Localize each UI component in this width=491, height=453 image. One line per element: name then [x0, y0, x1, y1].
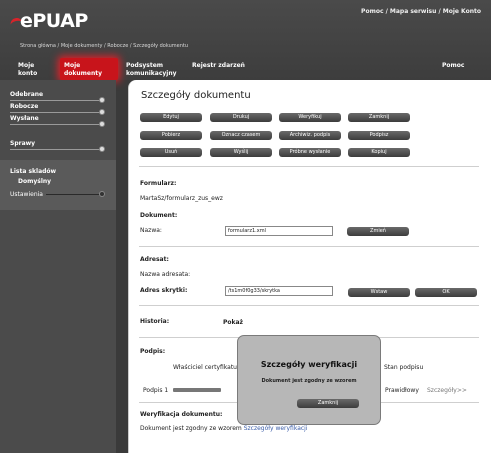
breadcrumb-current: Szczegóły dokumentu	[133, 43, 189, 49]
document-name-input[interactable]: formularz1.xml	[225, 226, 333, 236]
verify-button[interactable]: Weryfikuj	[279, 113, 341, 122]
sidebar-item-sent[interactable]: Wysłane	[10, 115, 39, 122]
sidebar-slider-track	[10, 112, 102, 113]
signature-row-label: Podpis 1	[143, 387, 169, 394]
sidebar-slider-track	[10, 149, 102, 150]
recipient-name-label: Nazwa adresata:	[140, 271, 191, 278]
sidebar-list-default[interactable]: Domyślny	[18, 178, 51, 185]
form-label: Formularz:	[140, 180, 177, 187]
sidebar-lists-group: Lista skladów Domyślny Ustawienia	[0, 160, 116, 210]
certificate-owner-header: Właściciel certyfikatu	[173, 364, 237, 371]
mailbox-address-label: Adres skrytki:	[140, 287, 188, 294]
dialog-message: Dokument jest zgodny ze wzorem	[261, 378, 357, 384]
divider	[139, 246, 479, 247]
divider	[139, 166, 479, 167]
insert-button[interactable]: Wstaw	[348, 288, 410, 297]
sidebar-slider-knob[interactable]	[99, 109, 105, 115]
tab-help[interactable]: Pomoc	[438, 58, 478, 80]
dialog-close-button[interactable]: Zamknij	[297, 399, 359, 408]
signature-details-link[interactable]: Szczegóły>>	[427, 387, 467, 394]
change-button[interactable]: Zmień	[347, 227, 409, 236]
breadcrumb-home[interactable]: Strona główna	[20, 43, 56, 49]
sidebar-slider-knob[interactable]	[99, 121, 105, 127]
sidebar-item-received[interactable]: Odebrane	[10, 91, 43, 98]
breadcrumb: Strona główna / Moje dokumenty / Robocze…	[20, 43, 189, 49]
sidebar-slider-track	[10, 100, 102, 101]
history-label: Historia:	[140, 318, 170, 325]
tab-communication-subsystem[interactable]: Podsystem komunikacyjny	[122, 58, 184, 80]
signature-status-value: Prawidłowy	[385, 387, 419, 394]
top-links: Pomoc / Mapa serwisu / Moje Konto	[361, 8, 481, 15]
redacted-owner-name	[173, 388, 221, 392]
help-link[interactable]: Pomoc	[361, 8, 383, 15]
verification-details-link[interactable]: Szczegóły weryfikacji	[244, 425, 308, 432]
verification-label: Weryfikacja dokumentu:	[140, 411, 223, 418]
breadcrumb-my-documents[interactable]: Moje dokumenty	[61, 43, 103, 49]
settings-slider-track	[46, 194, 102, 195]
form-value: MartaSz/formularz_zus_ewz	[140, 195, 223, 202]
divider	[139, 305, 479, 306]
archive-signature-button[interactable]: Archiwiz. podpis	[279, 131, 341, 140]
sidebar-item-drafts[interactable]: Robocze	[10, 103, 38, 110]
edit-button[interactable]: Edytuj	[140, 113, 202, 122]
sidebar-slider-knob[interactable]	[99, 97, 105, 103]
close-button[interactable]: Zamknij	[348, 113, 410, 122]
my-account-link[interactable]: Moje Konto	[443, 8, 481, 15]
sitemap-link[interactable]: Mapa serwisu	[390, 8, 437, 15]
print-button[interactable]: Drukuj	[210, 113, 272, 122]
tab-my-documents[interactable]: Moje dokumenty	[60, 58, 118, 80]
header: ePUAP Pomoc / Mapa serwisu / Moje Konto …	[0, 0, 491, 80]
tab-event-register[interactable]: Rejestr zdarzeń	[188, 58, 258, 80]
document-label: Dokument:	[140, 212, 178, 219]
mailbox-address-input[interactable]: /ts1m0f0g33/skrytka	[225, 286, 333, 296]
send-button[interactable]: Wyślij	[210, 148, 272, 157]
sidebar-settings[interactable]: Ustawienia	[10, 191, 43, 198]
download-button[interactable]: Pobierz	[140, 131, 202, 140]
dialog-title: Szczegóły weryfikacji	[260, 360, 358, 369]
sidebar-slider-track	[10, 124, 102, 125]
sign-button[interactable]: Podpisz	[348, 131, 410, 140]
sidebar: Odebrane Robocze Wysłane Sprawy Lista sk…	[0, 80, 116, 453]
verification-result: Dokument jest zgodny ze wzorem Szczegóły…	[140, 425, 308, 432]
sidebar-slider-knob[interactable]	[99, 146, 105, 152]
breadcrumb-drafts[interactable]: Robocze	[107, 43, 128, 49]
signature-status-header: Stan podpisu	[384, 364, 424, 371]
sidebar-lists-title: Lista skladów	[10, 168, 57, 175]
tab-my-account[interactable]: Moje konto	[14, 58, 56, 80]
ok-button[interactable]: OK	[415, 288, 477, 297]
show-history-link[interactable]: Pokaż	[223, 319, 243, 326]
copy-button[interactable]: Kopiuj	[348, 148, 410, 157]
logo-text: ePUAP	[20, 10, 88, 32]
epuap-logo[interactable]: ePUAP	[9, 10, 88, 34]
settings-slider-knob[interactable]	[99, 191, 105, 197]
signature-label: Podpis:	[140, 348, 166, 355]
timestamp-button[interactable]: Oznacz czasem	[210, 131, 272, 140]
main-nav: Moje konto Moje dokumenty Podsystem komu…	[10, 58, 481, 80]
name-label: Nazwa:	[140, 227, 162, 234]
verification-text: Dokument jest zgodny ze wzorem	[140, 425, 242, 432]
delete-button[interactable]: Usuń	[140, 148, 202, 157]
page-title: Szczegóły dokumentu	[141, 90, 251, 101]
recipient-label: Adresat:	[140, 256, 169, 263]
test-send-button[interactable]: Próbne wysłanie	[279, 148, 341, 157]
sidebar-item-cases[interactable]: Sprawy	[10, 140, 35, 147]
verification-details-dialog: Szczegóły weryfikacji Dokument jest zgod…	[237, 335, 381, 425]
